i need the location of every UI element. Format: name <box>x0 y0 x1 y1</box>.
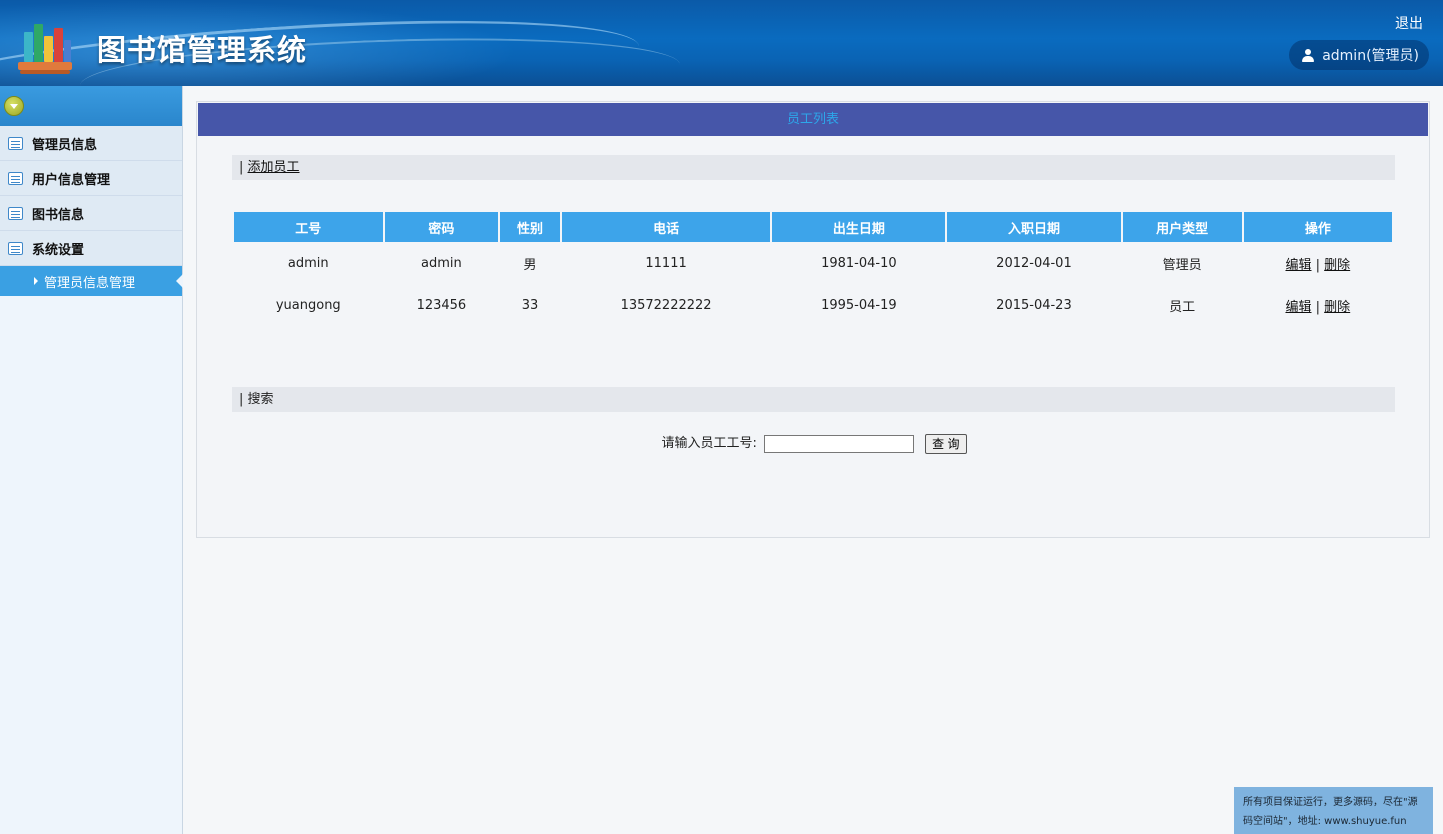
employee-id-search-input[interactable] <box>764 434 915 453</box>
column-header: 操作 <box>1243 212 1392 242</box>
current-user-label: admin(管理员) <box>1322 48 1419 64</box>
search-label: 请输入员工工号: <box>661 436 757 451</box>
cell-actions: 编辑 | 删除 <box>1244 284 1392 326</box>
cell-birth-date: 1981-04-10 <box>821 255 897 271</box>
cell-user-type: 管理员 <box>1162 257 1202 273</box>
current-user-badge[interactable]: admin(管理员) <box>1289 40 1429 70</box>
sidebar-item-label: 管理员信息 <box>32 137 98 153</box>
delete-link[interactable]: 删除 <box>1324 300 1350 315</box>
logout-link[interactable]: 退出 <box>1395 13 1423 33</box>
section-divider: | <box>239 160 248 175</box>
cell-gender: 男 <box>523 257 537 273</box>
sidebar: 管理员信息 用户信息管理 图书信息 系统设置 管理员信息管理 <box>0 86 183 834</box>
library-logo-icon <box>18 18 74 74</box>
add-employee-link[interactable]: 添加员工 <box>248 160 300 175</box>
column-header: 工号 <box>234 212 383 242</box>
column-header: 入职日期 <box>947 212 1121 242</box>
sidebar-header <box>0 86 182 126</box>
list-icon <box>8 206 23 220</box>
sidebar-item-book-info[interactable]: 图书信息 <box>0 196 182 231</box>
cell-hire-date: 2012-04-01 <box>996 255 1072 271</box>
table-row: yuangong 123456 33 13572222222 1995-04-1… <box>234 284 1392 326</box>
cell-password: admin <box>421 255 462 271</box>
cell-phone: 11111 <box>645 255 687 271</box>
cell-phone: 13572222222 <box>620 297 712 313</box>
user-icon <box>1301 48 1315 62</box>
cell-birth-date: 1995-04-19 <box>821 297 897 313</box>
caret-right-icon <box>34 277 38 285</box>
site-title: 图书馆管理系统 <box>97 33 308 67</box>
cell-password: 123456 <box>416 297 467 313</box>
search-form: 请输入员工工号: 查 询 <box>197 432 1431 454</box>
column-header: 密码 <box>384 212 499 242</box>
cell-id: admin <box>287 255 329 271</box>
table-header-row: 工号 密码 性别 电话 出生日期 入职日期 用户类型 操作 <box>234 212 1392 242</box>
top-header: 图书馆管理系统 退出 admin(管理员) <box>0 0 1443 86</box>
sidebar-item-label: 用户信息管理 <box>32 172 111 188</box>
action-separator: | <box>1315 299 1321 315</box>
list-icon <box>8 241 23 255</box>
cell-hire-date: 2015-04-23 <box>996 297 1072 313</box>
table-row: admin admin 男 11111 1981-04-10 2012-04-0… <box>234 242 1392 284</box>
sidebar-subitem-admin-management[interactable]: 管理员信息管理 <box>0 266 183 296</box>
column-header: 电话 <box>561 212 771 242</box>
collapse-toggle-icon[interactable] <box>4 96 24 116</box>
watermark-banner: 所有项目保证运行，更多源码，尽在"源码空间站"，地址: www.shuyue.f… <box>1234 787 1433 834</box>
sidebar-item-label: 图书信息 <box>32 207 85 223</box>
employee-table: 工号 密码 性别 电话 出生日期 入职日期 用户类型 操作 admin admi… <box>232 212 1394 326</box>
edit-link[interactable]: 编辑 <box>1285 300 1311 315</box>
sidebar-item-label: 系统设置 <box>32 242 85 258</box>
cell-gender: 33 <box>521 297 539 313</box>
column-header: 出生日期 <box>772 212 946 242</box>
action-separator: | <box>1315 257 1321 273</box>
active-indicator <box>176 274 183 288</box>
cell-id: yuangong <box>275 297 341 313</box>
column-header: 用户类型 <box>1122 212 1242 242</box>
list-icon <box>8 136 23 150</box>
edit-link[interactable]: 编辑 <box>1285 258 1311 273</box>
panel-title: 员工列表 <box>198 103 1428 136</box>
sidebar-item-system-settings[interactable]: 系统设置 <box>0 231 182 266</box>
cell-user-type: 员工 <box>1169 299 1196 315</box>
list-icon <box>8 171 23 185</box>
column-header: 性别 <box>500 212 560 242</box>
search-section-bar: | 搜索 <box>232 387 1395 412</box>
sidebar-item-admin-info[interactable]: 管理员信息 <box>0 126 182 161</box>
delete-link[interactable]: 删除 <box>1324 258 1350 273</box>
employee-list-panel: 员工列表 | 添加员工 工号 密码 性别 电话 出生日期 入职日期 用户类型 操… <box>196 101 1430 538</box>
sidebar-item-user-management[interactable]: 用户信息管理 <box>0 161 182 196</box>
sidebar-subitem-label: 管理员信息管理 <box>44 275 136 291</box>
add-employee-bar: | 添加员工 <box>232 155 1395 180</box>
search-button[interactable]: 查 询 <box>925 433 967 454</box>
cell-actions: 编辑 | 删除 <box>1244 242 1392 284</box>
